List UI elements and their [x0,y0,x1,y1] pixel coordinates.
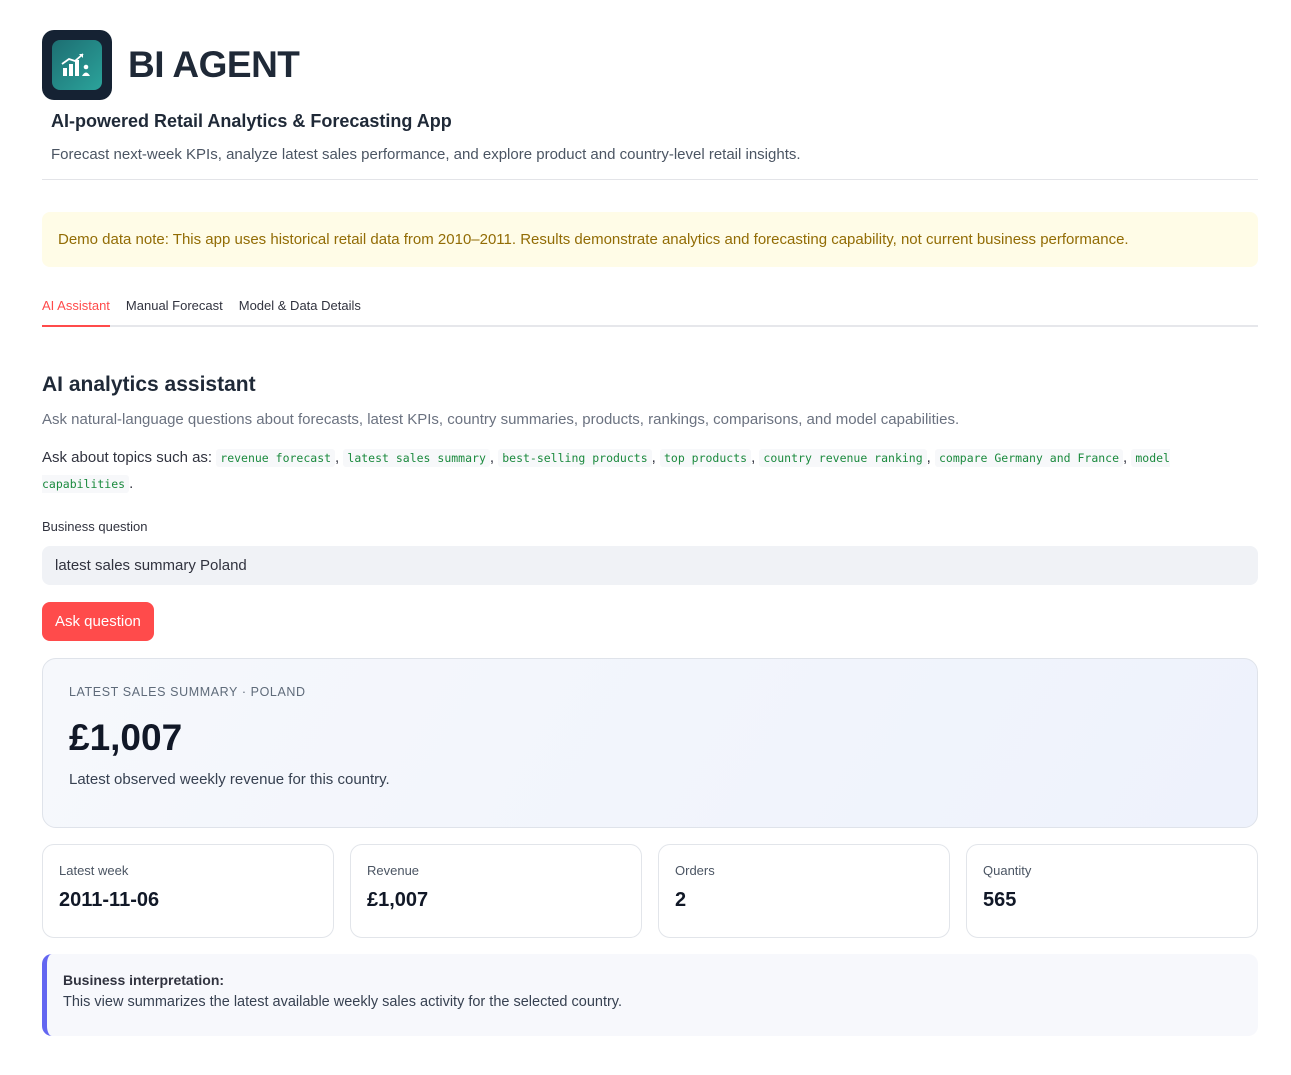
interpretation-title: Business interpretation: [63,972,225,988]
business-interpretation: Business interpretation: This view summa… [42,954,1258,1036]
metric-label: Latest week [59,863,129,878]
metric-label: Quantity [983,863,1032,878]
business-question-input[interactable]: latest sales summary Poland [42,546,1258,585]
tab-manual-forecast[interactable]: Manual Forecast [126,290,223,325]
header-divider [42,179,1258,180]
app-title: BI AGENT [128,44,300,85]
summary-caption: Latest observed weekly revenue for this … [69,771,390,788]
tab-bar: AI Assistant Manual Forecast Model & Dat… [42,290,1258,327]
metric-label: Orders [675,863,715,878]
tab-model-data-details[interactable]: Model & Data Details [239,290,361,325]
topics-prefix: Ask about topics such as: [42,449,213,466]
summary-value: £1,007 [69,717,183,758]
metric-quantity: Quantity 565 [966,844,1258,938]
business-question-value: latest sales summary Poland [55,557,247,574]
app-logo [42,30,112,100]
tab-ai-assistant[interactable]: AI Assistant [42,290,110,327]
topic-code: latest sales summary [343,449,490,467]
ask-question-button[interactable]: Ask question [42,602,154,641]
topic-code: compare Germany and France [935,449,1124,467]
app-description: Forecast next-week KPIs, analyze latest … [51,146,801,163]
metric-latest-week: Latest week 2011-11-06 [42,844,334,938]
topic-code: best-selling products [498,449,652,467]
topics-list: Ask about topics such as: revenue foreca… [42,449,1170,493]
metric-revenue: Revenue £1,007 [350,844,642,938]
page: BI AGENT AI-powered Retail Analytics & F… [42,30,1258,1036]
metric-value: 565 [983,889,1017,911]
chart-icon [52,40,102,90]
metric-value: £1,007 [367,889,429,911]
metric-label: Revenue [367,863,420,878]
demo-data-note-text: Demo data note: This app uses historical… [58,231,1129,248]
demo-data-note: Demo data note: This app uses historical… [42,212,1258,267]
app-header: BI AGENT [42,30,1258,100]
business-question-label: Business question [42,519,148,534]
topic-code: top products [659,449,752,467]
summary-card: LATEST SALES SUMMARY · POLAND £1,007 Lat… [42,658,1258,828]
metric-value: 2 [675,889,687,911]
metric-value: 2011-11-06 [59,889,160,911]
metrics-row: Latest week 2011-11-06 Revenue £1,007 Or… [42,844,1258,938]
topic-code: revenue forecast [216,449,336,467]
section-title: AI analytics assistant [42,373,256,396]
interpretation-text: This view summarizes the latest availabl… [63,994,623,1010]
section-description: Ask natural-language questions about for… [42,411,960,428]
metric-orders: Orders 2 [658,844,950,938]
topic-code: country revenue ranking [759,449,927,467]
summary-kicker: LATEST SALES SUMMARY · POLAND [69,685,306,699]
app-subtitle: AI-powered Retail Analytics & Forecastin… [51,111,452,131]
